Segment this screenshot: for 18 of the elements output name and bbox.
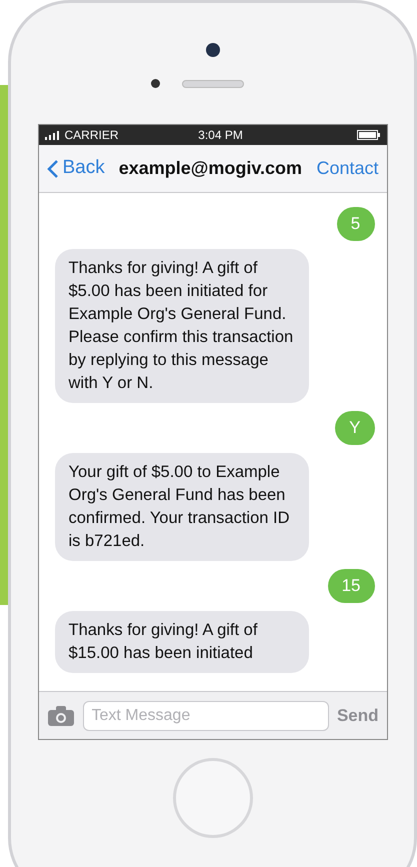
battery-icon — [356, 130, 380, 140]
received-message-bubble: Your gift of $5.00 to Example Org's General Fund has been confirmed. Your transaction ID is b721ed. — [54, 453, 308, 561]
sent-message-bubble: Y — [335, 411, 374, 445]
contact-button[interactable]: Contact — [316, 155, 378, 182]
message-input-field[interactable]: Text Message — [82, 700, 329, 730]
speaker-icon — [182, 80, 244, 88]
status-time: 3:04 PM — [197, 127, 244, 144]
conversation-title: example@mogiv.com — [118, 157, 304, 180]
received-message-bubble: Thanks for giving! A gift of $5.00 has been initiated for Example Org's General Fund. Please confirm this transaction by replying to this message with Y or N. — [54, 249, 308, 403]
sent-message-bubble: 15 — [328, 569, 374, 603]
back-button[interactable]: Back — [46, 154, 105, 183]
chevron-left-icon — [46, 158, 58, 178]
sent-message-bubble: 5 — [336, 207, 374, 241]
camera-icon[interactable] — [46, 704, 74, 726]
carrier-label: CARRIER — [64, 127, 120, 144]
sensor-icon — [150, 79, 160, 88]
received-message-bubble: Thanks for giving! A gift of $15.00 has been initiated — [54, 611, 308, 673]
camera-icon — [206, 43, 220, 57]
